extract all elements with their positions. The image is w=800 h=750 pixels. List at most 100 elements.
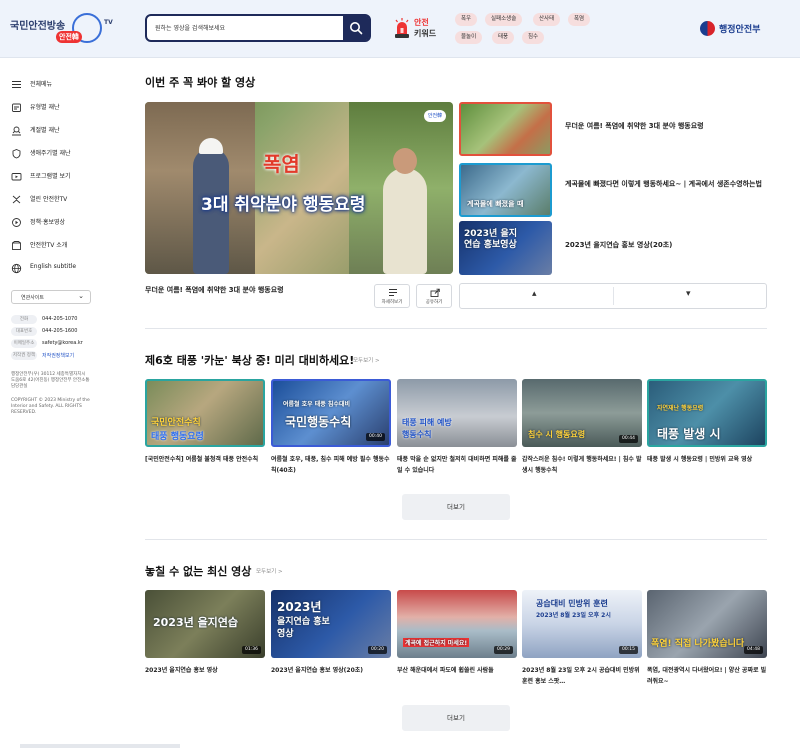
video-thumbnail: 폭염! 직접 나가봤습니다 04:48 — [647, 590, 767, 658]
video-title: 2023년 을지연습 홍보 영상 — [145, 667, 218, 674]
featured-video[interactable]: 폭염 3대 취약분야 행동요령 안전韓 — [145, 102, 453, 274]
logo-badge: 안전韓 — [56, 31, 82, 43]
sidebar-item-label: 계절별 재난 — [30, 127, 60, 134]
thumb-bottom-text: 태풍 행동요령 — [151, 432, 204, 442]
duration-badge: 01:36 — [242, 646, 261, 654]
side-thumbnail: 2023년 을지연습 홍보영상 — [459, 221, 552, 275]
share-button[interactable]: 공유하기 — [416, 284, 452, 308]
duration-badge: 00:44 — [619, 435, 638, 443]
contact-badge: 저작권 정책 — [11, 351, 37, 360]
video-title: 태풍 막을 순 없지만 철저히 대비하면 피해를 줄일 수 있습니다 — [397, 456, 517, 474]
sidebar-item-label: English subtitle — [30, 263, 77, 270]
search-button[interactable] — [343, 16, 369, 40]
duration-badge: 00:15 — [619, 646, 638, 654]
keyword-chip[interactable]: 폭우 — [455, 13, 478, 26]
sidebar-item-label: 정책·홍보영상 — [30, 219, 66, 226]
keyword-chip[interactable]: 산사태 — [533, 13, 561, 26]
logo-tv: TV — [104, 19, 113, 26]
intro-icon — [12, 241, 21, 250]
latest-more-button[interactable]: 더보기 — [402, 705, 510, 731]
hamburger-icon — [12, 80, 21, 89]
keyword-chip[interactable]: 침수 — [522, 31, 545, 44]
side-video-title: 2023년 을지연습 홍보 영상(20초) — [565, 241, 673, 249]
thumb-top-text: 2023년 — [277, 600, 322, 614]
video-card[interactable]: 폭염! 직접 나가봤습니다 04:48 폭염, 대전광역시 다녀왔어요! | 양… — [647, 590, 767, 690]
contact-value: safety@korea.kr — [42, 340, 83, 346]
video-card[interactable]: 침수 시 행동요령 00:44 갑작스러운 침수! 이렇게 행동하세요! | 침… — [522, 379, 642, 479]
side-thumbnail: 계곡물에 빠졌을 때 — [459, 163, 552, 217]
side-video-title: 무더운 여름! 폭염에 취약한 3대 분야 행동요령 — [565, 122, 704, 130]
share-label: 공유하기 — [425, 300, 443, 305]
typhoon-more-button[interactable]: 더보기 — [402, 494, 510, 520]
latest-see-all-link[interactable]: 모두보기 > — [256, 567, 283, 575]
thumb-top-text: 여름철 호우 태풍 침수대비 — [283, 401, 350, 408]
video-card[interactable]: 국민안전수칙 태풍 행동요령 [국민안전수칙] 여름철 불청객 태풍 안전수칙 — [145, 379, 265, 479]
duration-badge: 04:48 — [744, 646, 763, 654]
duration-badge: 00:40 — [366, 433, 385, 441]
duration-badge: 00:29 — [494, 646, 513, 654]
keyword-chip[interactable]: 실패소생술 — [485, 13, 523, 26]
related-site-label: 연관사이트 — [21, 295, 45, 301]
farmer-figure — [383, 168, 427, 274]
section-title-typhoon: 제6호 태풍 '카눈' 북상 중! 미리 대비하세요! — [145, 354, 355, 367]
featured-caption[interactable]: 무더운 여름! 폭염에 취약한 3대 분야 행동요령 — [145, 285, 284, 295]
video-card[interactable]: 여름철 호우 태풍 침수대비 국민행동수칙 00:40 여름철 호우, 태풍, … — [271, 379, 391, 479]
section-title-latest: 놓칠 수 없는 최신 영상 — [145, 565, 252, 578]
video-card[interactable]: 공습대비 민방위 훈련 2023년 8월 23일 오후 2시 00:15 202… — [522, 590, 642, 690]
taegeuk-icon — [700, 21, 715, 36]
lifecycle-icon — [12, 149, 21, 159]
keyword-chip[interactable]: 물놀이 — [455, 31, 483, 44]
keyword-chip[interactable]: 폭염 — [568, 13, 591, 26]
keyword-label-bottom: 키워드 — [414, 29, 437, 38]
section-divider — [145, 328, 767, 329]
details-label: 자세히보기 — [381, 300, 403, 305]
side-thumb-text: 2023년 을지연습 홍보영상 — [464, 229, 518, 250]
thumb-top-text: 국민안전수칙 — [151, 418, 201, 428]
copyright-policy-link[interactable]: 저작권정책보기 — [42, 352, 74, 359]
related-site-select[interactable]: 연관사이트 ⌄ — [11, 290, 91, 304]
video-title: 2023년 을지연습 홍보 영상(20초) — [271, 667, 364, 674]
video-thumbnail: 자연재난 행동요령 태풍 발생 시 — [647, 379, 767, 447]
chevron-down-icon: ⌄ — [78, 292, 84, 300]
sidebar: 전체메뉴 유형별 재난 계절별 재난 생애주기별 재난 프로그램별 보기 열린 … — [0, 58, 108, 750]
side-thumbnail — [459, 102, 552, 156]
contact-badge: 전화 — [11, 315, 37, 324]
scroll-down-button[interactable]: ▾ — [614, 284, 767, 308]
video-card[interactable]: 2023년 을지연습 홍보영상 00:20 2023년 을지연습 홍보 영상(2… — [271, 590, 391, 690]
more-label: 더보기 — [447, 714, 465, 722]
side-list-nav: ▴ ▾ — [459, 283, 767, 309]
video-card[interactable]: 자연재난 행동요령 태풍 발생 시 태풍 발생 시 행동요령 | 민방위 교육 … — [647, 379, 767, 479]
header: 국민안전방송 안전韓 TV 안전 키워드 폭우 실패소생술 산사태 폭염 물놀이… — [0, 0, 800, 58]
footer-edge — [20, 744, 180, 748]
video-card[interactable]: 계곡에 접근하지 마세요! 00:29 부산 해운대에서 파도에 휩쓸린 사람들 — [397, 590, 517, 690]
search-input[interactable] — [155, 19, 341, 37]
typhoon-see-all-link[interactable]: 모두보기 > — [353, 356, 380, 364]
sidebar-item-label: 전체메뉴 — [30, 81, 53, 88]
details-button[interactable]: 자세히보기 — [374, 284, 410, 308]
farmer-head — [393, 148, 417, 174]
thumb-top-text: 2023년 을지연습 — [153, 616, 239, 629]
thumb-bottom-text: 국민행동수칙 — [285, 415, 352, 429]
video-thumbnail: 국민안전수칙 태풍 행동요령 — [145, 379, 265, 447]
contact-badge: 이메일주소 — [11, 339, 37, 348]
scroll-up-button[interactable]: ▴ — [460, 284, 613, 308]
thumb-bottom-text: 태풍 발생 시 — [657, 427, 721, 441]
video-card[interactable]: 태풍 피해 예방 행동수칙 태풍 막을 순 없지만 철저히 대비하면 피해를 줄… — [397, 379, 517, 479]
video-card[interactable]: 2023년 을지연습 01:36 2023년 을지연습 홍보 영상 — [145, 590, 265, 690]
search-icon — [350, 22, 363, 35]
video-thumbnail: 공습대비 민방위 훈련 2023년 8월 23일 오후 2시 00:15 — [522, 590, 642, 658]
thumb-bottom-text: 2023년 8월 23일 오후 2시 — [536, 612, 611, 619]
sidebar-item-label: 안전한TV 소개 — [30, 242, 68, 249]
video-thumbnail: 여름철 호우 태풍 침수대비 국민행동수칙 00:40 — [271, 379, 391, 447]
keyword-chip[interactable]: 태풍 — [492, 31, 515, 44]
copyright: COPYRIGHT © 2023 Ministry of the Interio… — [11, 398, 90, 415]
featured-logo-badge: 안전韓 — [424, 110, 446, 122]
policy-icon — [12, 218, 21, 227]
video-thumbnail: 침수 시 행동요령 00:44 — [522, 379, 642, 447]
video-title: 여름철 호우, 태풍, 침수 피해 예방 필수 행동수칙(40초) — [271, 456, 390, 474]
site-logo[interactable]: 국민안전방송 안전韓 TV — [10, 13, 113, 45]
keyword-label: 안전 키워드 — [414, 17, 444, 39]
chevron-up-icon: ▴ — [532, 289, 537, 299]
globe-icon — [11, 263, 22, 274]
more-label: 더보기 — [447, 503, 465, 511]
